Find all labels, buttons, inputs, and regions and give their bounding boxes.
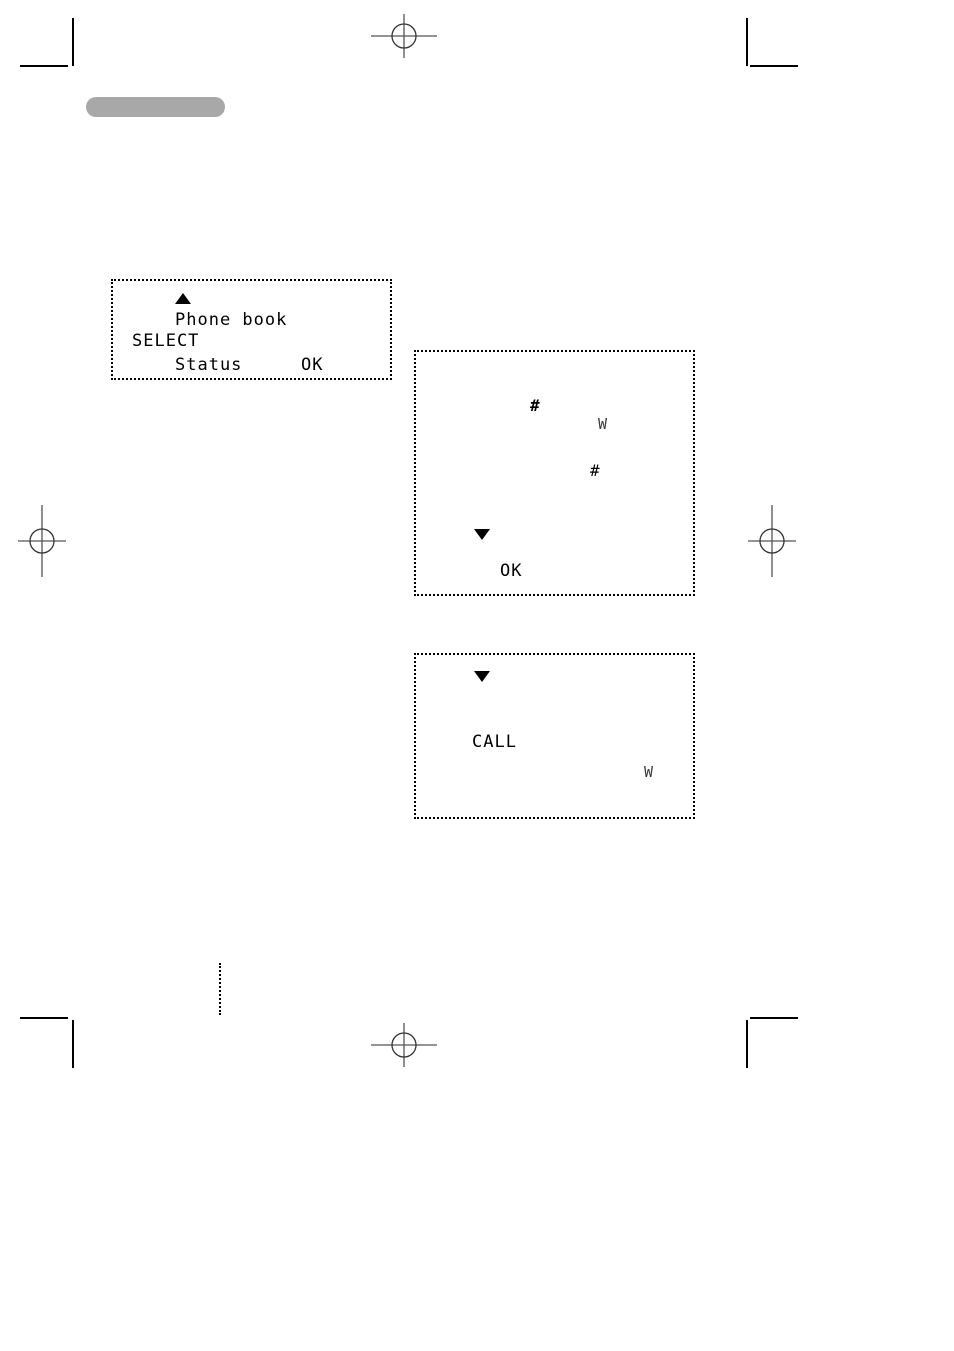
registration-mark-bottom xyxy=(371,1019,437,1071)
call-label: CALL xyxy=(472,732,517,752)
registration-mark-right xyxy=(744,505,800,577)
lcd-panel-call: CALL W xyxy=(414,653,695,819)
crop-mark-top-left-horizontal xyxy=(20,65,68,67)
crop-mark-bottom-left-vertical xyxy=(72,1020,74,1068)
w-symbol-upper-icon: W xyxy=(598,415,608,433)
w-symbol-lower-icon: W xyxy=(644,763,654,781)
lcd-panel-phone-book: Phone book SELECT Status OK xyxy=(111,279,392,380)
redacted-heading-bar xyxy=(86,97,225,117)
crop-mark-top-left-vertical xyxy=(72,18,74,66)
scroll-down-indicator-icon xyxy=(474,529,490,540)
registration-mark-top xyxy=(371,10,437,62)
hash-symbol-thin-icon: # xyxy=(590,461,600,480)
ok-softkey-label[interactable]: OK xyxy=(301,357,323,374)
dotted-rule-fragment xyxy=(219,963,221,1015)
ok-softkey-label[interactable]: OK xyxy=(500,563,522,580)
menu-item-label: Phone book xyxy=(175,310,288,330)
status-softkey-label[interactable]: Status xyxy=(175,357,242,374)
registration-mark-left xyxy=(14,505,70,577)
crop-mark-top-right-vertical xyxy=(746,18,748,66)
document-page: Phone book SELECT Status OK # W # OK CAL… xyxy=(0,0,954,1351)
scroll-up-indicator-icon xyxy=(175,293,191,304)
scroll-down-indicator-icon xyxy=(474,671,490,682)
crop-mark-bottom-right-vertical xyxy=(746,1020,748,1068)
crop-mark-top-right-horizontal xyxy=(750,65,798,67)
select-label: SELECT xyxy=(132,331,200,351)
lcd-panel-symbols: # W # OK xyxy=(414,350,695,596)
crop-mark-bottom-right-horizontal xyxy=(750,1017,798,1019)
crop-mark-bottom-left-horizontal xyxy=(20,1017,68,1019)
hash-symbol-bold-icon: # xyxy=(530,396,540,415)
